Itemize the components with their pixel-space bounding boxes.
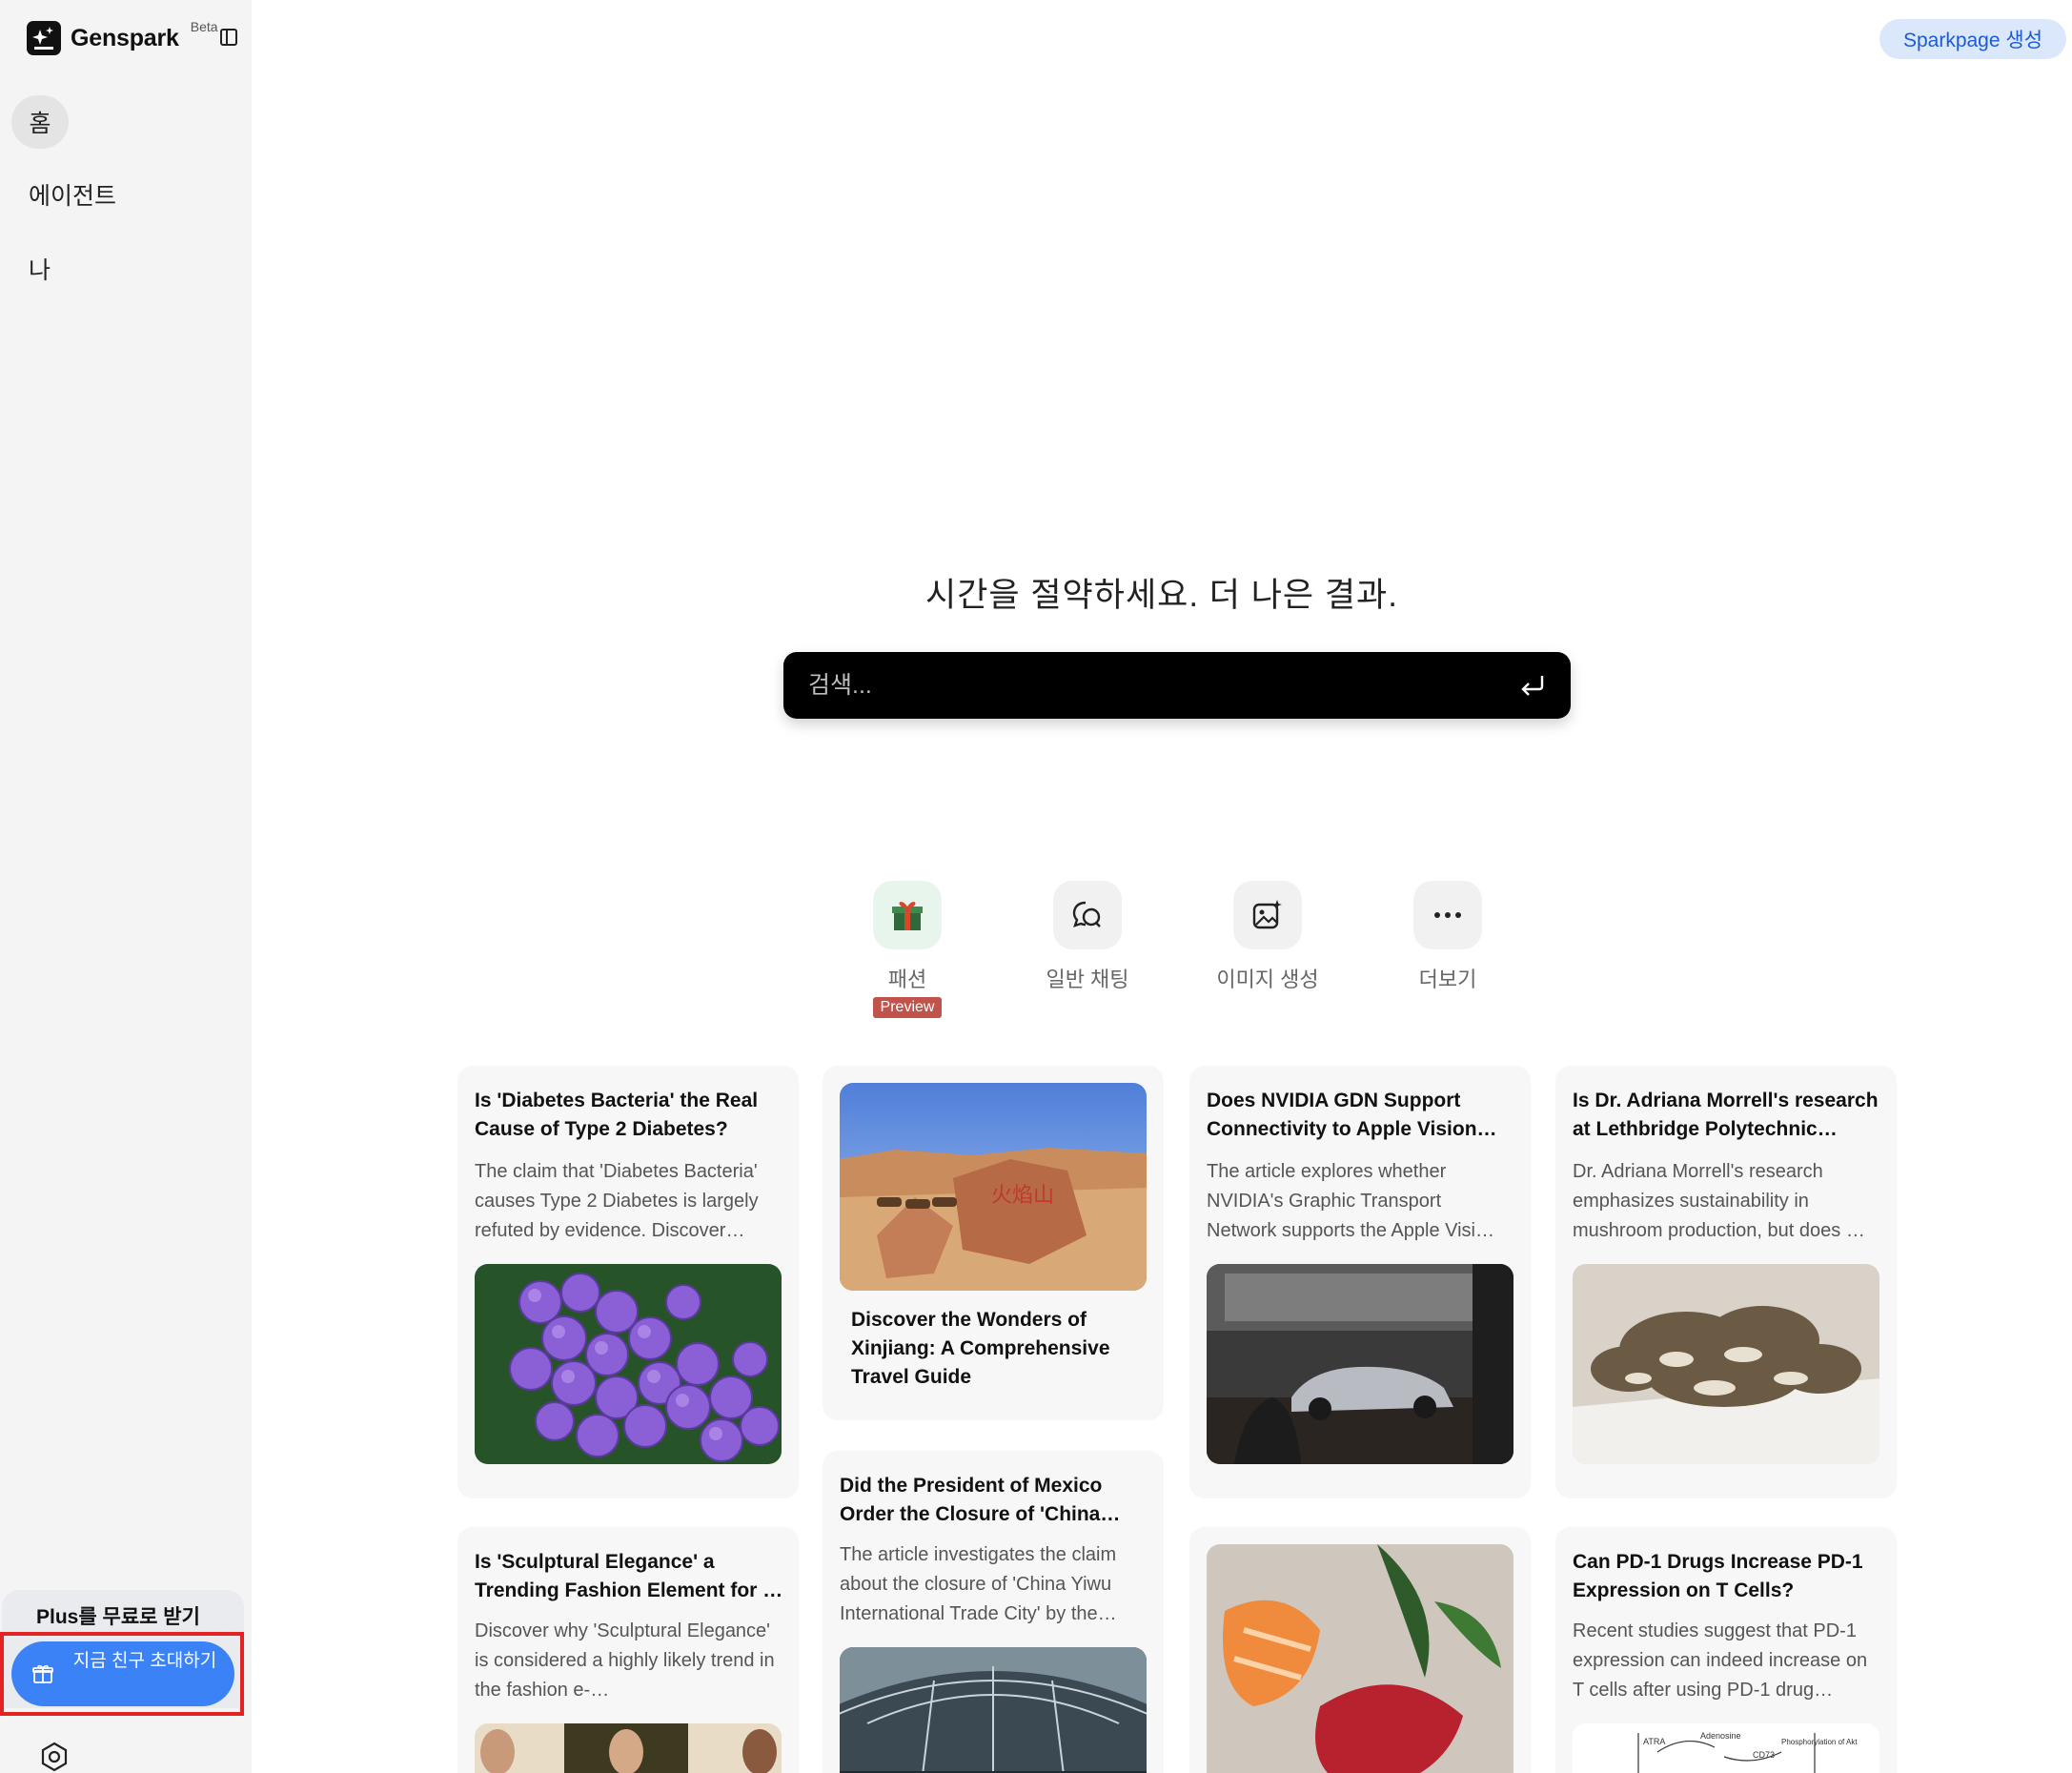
settings-icon[interactable] xyxy=(38,1741,71,1773)
genspark-logo-icon xyxy=(27,21,61,55)
chat-icon xyxy=(1053,881,1122,949)
quick-action-fashion[interactable]: 패션 Preview xyxy=(841,881,974,1018)
desert-camels-image: 火焰山 xyxy=(840,1083,1147,1291)
mushrooms-image xyxy=(1573,1264,1879,1464)
feed-card[interactable]: Is 'Diabetes Bacteria' the Real Cause of… xyxy=(457,1066,799,1498)
image-sparkle-icon xyxy=(1233,881,1302,949)
card-description: The claim that 'Diabetes Bacteria' cause… xyxy=(475,1161,759,1241)
invite-button-label: 지금 친구 초대하기 xyxy=(72,1651,217,1671)
card-title: Did the President of Mexico Order the Cl… xyxy=(840,1475,1121,1525)
enter-icon[interactable] xyxy=(1519,673,1546,698)
preview-badge: Preview xyxy=(872,997,943,1018)
quick-action-general-chat[interactable]: 일반 채팅 xyxy=(1021,881,1154,993)
sidebar-item-me[interactable]: 나 xyxy=(29,242,51,296)
create-sparkpage-button[interactable]: Sparkpage 생성 xyxy=(1879,19,2066,59)
card-title: Can PD-1 Drugs Increase PD-1 Expression … xyxy=(1573,1551,1863,1601)
feed-card[interactable]: Did the President of Mexico Order the Cl… xyxy=(823,1451,1164,1773)
quick-action-more[interactable]: 더보기 xyxy=(1381,881,1514,993)
card-description: Dr. Adriana Morrell's research emphasize… xyxy=(1573,1161,1865,1241)
quick-action-label: 일반 채팅 xyxy=(1046,968,1129,991)
promo-title: Plus를 무료로 받기 xyxy=(36,1606,200,1628)
gift-icon xyxy=(32,1664,53,1683)
gift-icon xyxy=(873,881,942,949)
diagram-label: ATRA xyxy=(1643,1737,1665,1746)
feed-card[interactable]: Is 'Sculptural Elegance' a Trending Fash… xyxy=(457,1527,799,1773)
card-description: Discover why 'Sculptural Elegance' is co… xyxy=(475,1620,775,1701)
quick-action-label: 패션 xyxy=(887,968,927,991)
search-input[interactable] xyxy=(808,669,1475,702)
sidebar-item-label: 나 xyxy=(29,257,51,284)
feed-card[interactable]: Can PD-1 Drugs Increase PD-1 Expression … xyxy=(1555,1527,1897,1773)
sidebar-item-agents[interactable]: 에이전트 xyxy=(29,168,116,221)
card-title: Does NVIDIA GDN Support Connectivity to … xyxy=(1207,1090,1497,1140)
sidebar-item-label: 에이전트 xyxy=(29,183,117,210)
market-hall-image xyxy=(840,1647,1147,1773)
logo-text: Genspark xyxy=(71,24,179,51)
card-title: Is Dr. Adriana Morrell's research at Let… xyxy=(1573,1090,1879,1140)
diagram-label: Phosphorylation of Akt xyxy=(1781,1738,1858,1746)
logo[interactable]: Genspark Beta xyxy=(27,19,218,55)
svg-text:火焰山: 火焰山 xyxy=(991,1183,1054,1207)
bacteria-microscope-image xyxy=(475,1264,782,1464)
card-description: The article explores whether NVIDIA's Gr… xyxy=(1207,1161,1495,1241)
quick-action-label: 더보기 xyxy=(1418,968,1477,991)
sashimi-image xyxy=(1207,1544,1513,1773)
quick-action-image-generation[interactable]: 이미지 생성 xyxy=(1201,881,1334,993)
invite-friends-button[interactable]: 지금 친구 초대하기 xyxy=(11,1641,234,1706)
sidebar-item-label: 홈 xyxy=(29,111,51,137)
quick-action-label: 이미지 생성 xyxy=(1216,968,1319,991)
beta-label: Beta xyxy=(190,19,218,34)
feed-card[interactable]: Does NVIDIA GDN Support Connectivity to … xyxy=(1189,1066,1531,1498)
sidebar: Genspark Beta 홈 에이전트 나 Plus를 무료로 받기 지금 친… xyxy=(0,0,252,1773)
diagram-label: Adenosine xyxy=(1700,1731,1741,1741)
feed-card[interactable] xyxy=(1189,1527,1531,1773)
more-icon xyxy=(1413,881,1482,949)
diagram-label: CD73 xyxy=(1753,1750,1775,1760)
sidebar-item-home[interactable]: 홈 xyxy=(11,95,69,149)
card-title: Is 'Diabetes Bacteria' the Real Cause of… xyxy=(475,1090,759,1140)
vr-car-showroom-image xyxy=(1207,1264,1513,1464)
hero-title: 시간을 절약하세요. 더 나은 결과. xyxy=(925,577,1398,614)
search-box[interactable] xyxy=(783,652,1571,719)
card-description: Recent studies suggest that PD-1 express… xyxy=(1573,1620,1868,1701)
card-title: Discover the Wonders of Xinjiang: A Comp… xyxy=(851,1309,1110,1388)
feed-card[interactable]: 火焰山 Discover the Wonders of Xinjiang: A … xyxy=(823,1066,1164,1420)
card-description: The article investigates the claim about… xyxy=(840,1544,1117,1624)
feed-card[interactable]: Is Dr. Adriana Morrell's research at Let… xyxy=(1555,1066,1897,1498)
sidebar-toggle-icon[interactable] xyxy=(219,28,238,47)
fashion-models-image xyxy=(475,1723,782,1773)
pathway-diagram-image: ATRA Adenosine CD73 Phosphorylation of A… xyxy=(1573,1723,1879,1773)
card-title: Is 'Sculptural Elegance' a Trending Fash… xyxy=(475,1551,783,1601)
